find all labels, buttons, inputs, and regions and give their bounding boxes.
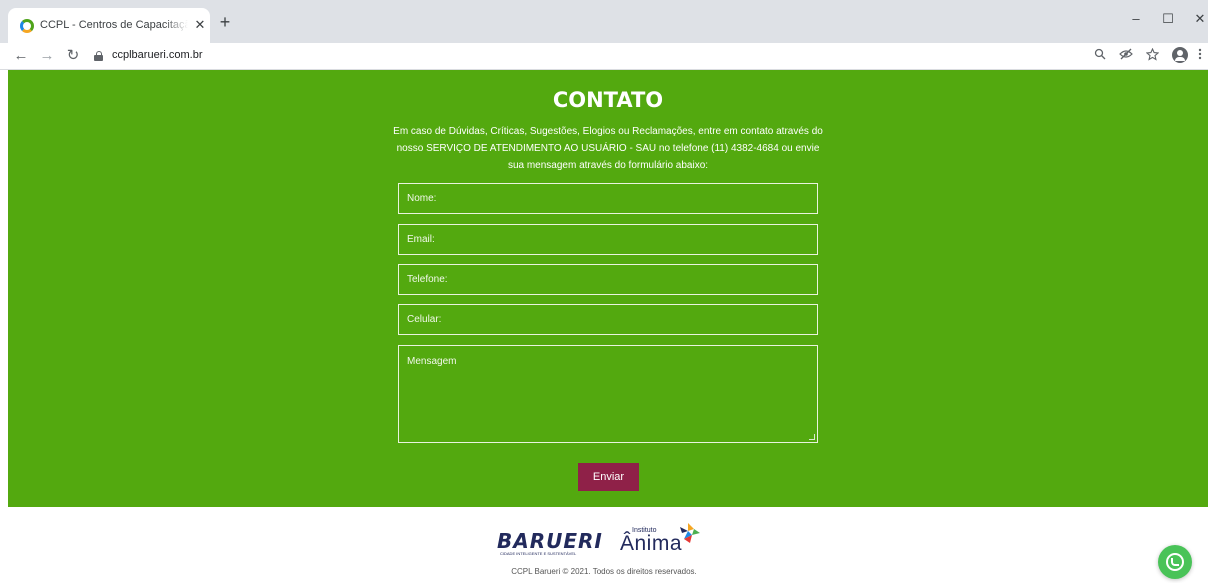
address-bar[interactable]: ccplbarueri.com.br <box>112 49 202 61</box>
profile-icon[interactable] <box>1172 47 1188 63</box>
page-title: CONTATO <box>552 88 664 112</box>
name-field[interactable]: Nome: <box>398 183 818 214</box>
forward-button[interactable]: → <box>38 47 56 65</box>
anima-mark-icon <box>680 523 700 543</box>
contact-intro-text: Em caso de Dúvidas, Críticas, Sugestões,… <box>393 126 823 171</box>
mobile-field[interactable]: Celular: <box>398 304 818 335</box>
message-placeholder: Mensagem <box>407 356 457 367</box>
resize-handle-icon[interactable] <box>809 434 815 440</box>
barueri-logo[interactable]: BARUERI CIDADE INTELIGENTE E SUSTENTÁVEL <box>497 529 602 559</box>
browser-toolbar: ← → ↻ ccplbarueri.com.br <box>0 43 1208 70</box>
tab-title: CCPL - Centros de Capacitação P <box>40 19 188 31</box>
mobile-placeholder: Celular: <box>407 314 442 325</box>
phone-field[interactable]: Telefone: <box>398 264 818 295</box>
browser-tab-bar: CCPL - Centros de Capacitação P ✕ + – ☐ … <box>0 0 1208 43</box>
message-textarea[interactable]: Mensagem <box>398 345 818 443</box>
site-favicon-icon <box>20 19 34 33</box>
menu-icon[interactable] <box>1196 48 1204 64</box>
tab-close-icon[interactable]: ✕ <box>192 17 208 33</box>
eye-off-icon[interactable] <box>1118 48 1134 64</box>
email-placeholder: Email: <box>407 234 435 245</box>
copyright-text: CCPL Barueri © 2021. Todos os direitos r… <box>511 567 697 576</box>
email-field[interactable]: Email: <box>398 224 818 255</box>
reload-button[interactable]: ↻ <box>64 47 82 65</box>
minimize-button[interactable]: – <box>1124 10 1148 28</box>
name-placeholder: Nome: <box>407 193 437 204</box>
star-icon[interactable] <box>1144 47 1160 64</box>
phone-handset-icon <box>1171 558 1179 566</box>
browser-tab[interactable]: CCPL - Centros de Capacitação P ✕ <box>8 8 210 43</box>
zoom-icon[interactable] <box>1092 48 1108 64</box>
phone-placeholder: Telefone: <box>407 274 448 285</box>
back-button[interactable]: ← <box>12 47 30 65</box>
contact-section: CONTATO Em caso de Dúvidas, Críticas, Su… <box>8 70 1208 507</box>
submit-button[interactable]: Enviar <box>578 463 639 491</box>
anima-logo[interactable]: Instituto Ânima <box>620 521 710 557</box>
whatsapp-button[interactable] <box>1158 545 1192 579</box>
new-tab-button[interactable]: + <box>216 13 234 31</box>
barueri-tagline: CIDADE INTELIGENTE E SUSTENTÁVEL <box>500 551 577 556</box>
barueri-logo-text: BARUERI <box>497 529 603 553</box>
anima-logo-text: Ânima <box>620 532 683 555</box>
maximize-button[interactable]: ☐ <box>1156 10 1180 28</box>
close-window-button[interactable]: ✕ <box>1188 10 1208 28</box>
lock-icon[interactable] <box>94 51 103 61</box>
